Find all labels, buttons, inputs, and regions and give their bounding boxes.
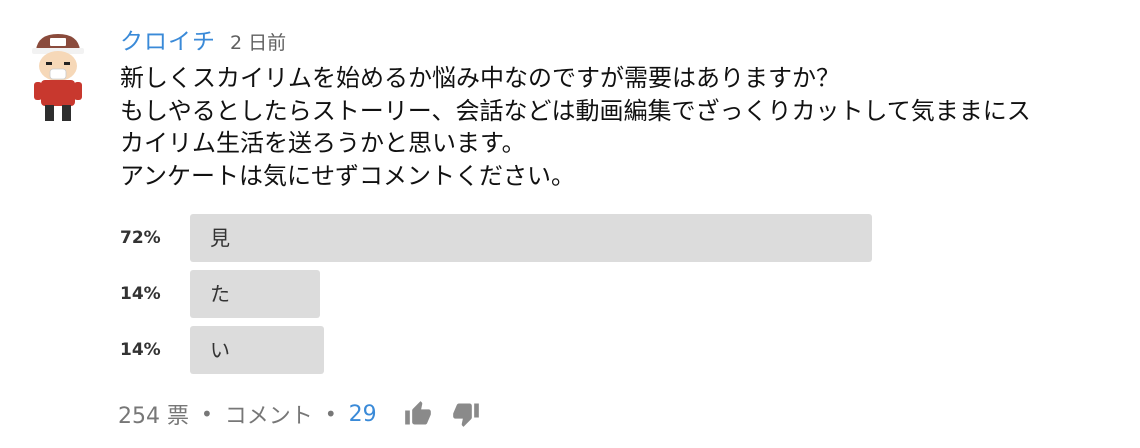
thumbs-down-icon	[452, 403, 479, 427]
like-button[interactable]	[403, 399, 433, 429]
community-post: クロイチ 2 日前 新しくスカイリムを始めるか悩み中なのですが需要はありますか？…	[0, 0, 1140, 448]
poll-option: 14% い	[120, 326, 1120, 374]
poll-option-bar[interactable]: 見	[190, 214, 872, 262]
poll-option-bar[interactable]: た	[190, 270, 320, 318]
thumbs-up-icon	[404, 401, 431, 425]
poll-option-bar[interactable]: い	[190, 326, 324, 374]
poll-option-label: い	[210, 338, 230, 362]
post-timestamp[interactable]: 2 日前	[230, 28, 286, 55]
poll-option-percent: 14%	[120, 284, 161, 304]
comment-count[interactable]: 29	[349, 402, 377, 427]
avatar[interactable]	[26, 28, 90, 124]
post-body-line: 新しくスカイリムを始めるか悩み中なのですが需要はありますか？	[120, 64, 840, 92]
poll-option-label: た	[210, 282, 230, 306]
vote-count: 254 票	[118, 404, 189, 429]
post-header: クロイチ 2 日前	[120, 22, 286, 58]
poll-option-label: 見	[210, 226, 230, 250]
post-footer: 254 票 • コメント • 29	[118, 396, 499, 432]
post-body-line: もしやるとしたらストーリー、会話などは動画編集でざっくりカットして気ままにス	[120, 96, 1031, 125]
poll-option-percent: 14%	[120, 340, 161, 360]
post-body-line: カイリム生活を送ろうかと思います。	[120, 129, 526, 157]
post-body-line: アンケートは気にせずコメントください。	[120, 161, 576, 190]
comments-link[interactable]: コメント	[225, 398, 313, 430]
poll-option: 72% 見	[120, 214, 1120, 262]
separator-dot: •	[201, 402, 213, 426]
poll-option: 14% た	[120, 270, 1120, 318]
dislike-button[interactable]	[451, 399, 481, 429]
author-name[interactable]: クロイチ	[120, 22, 216, 56]
post-body: 新しくスカイリムを始めるか悩み中なのですが需要はありますか？ もしやるとしたらス…	[120, 62, 1120, 192]
separator-dot: •	[324, 402, 337, 426]
poll-option-percent: 72%	[120, 228, 161, 248]
